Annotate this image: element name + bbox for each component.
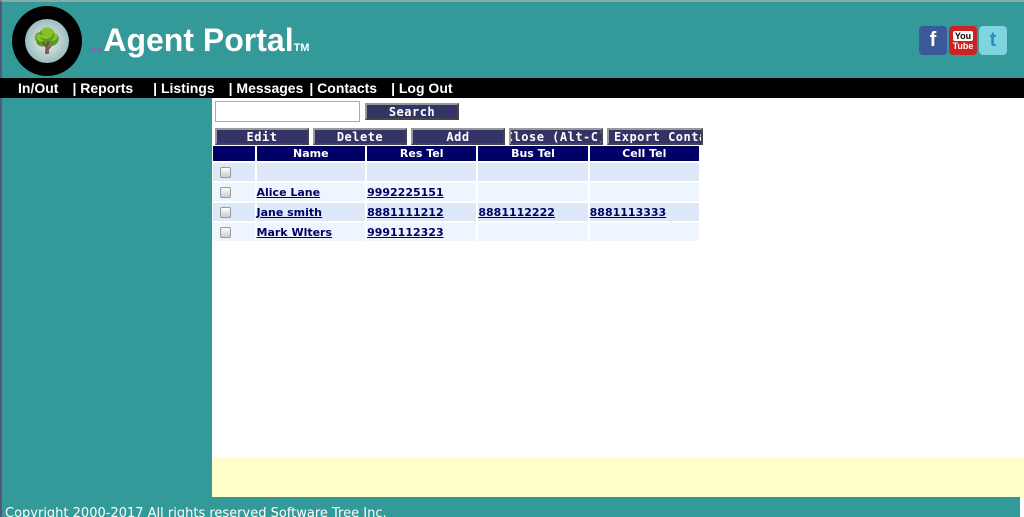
sidebar — [0, 98, 212, 497]
search-input[interactable] — [215, 101, 360, 122]
contact-name-link[interactable]: Jane smith — [257, 206, 323, 219]
header: 🌳 ..Agent PortalTM f You Tube t — [0, 0, 1024, 78]
nav-reports[interactable]: | Reports — [72, 80, 133, 96]
header-res-tel[interactable]: Res Tel — [367, 146, 477, 161]
main-nav: In/Out | Reports | Listings | Messages |… — [0, 78, 1024, 98]
bus-tel-link[interactable]: 8881112222 — [478, 206, 555, 219]
row-checkbox[interactable] — [220, 166, 231, 178]
delete-button[interactable]: Delete — [313, 128, 407, 145]
status-area — [212, 457, 1024, 497]
table-row: Mark Wlters 9991112323 — [213, 223, 699, 241]
header-name[interactable]: Name — [256, 146, 366, 161]
row-checkbox[interactable] — [220, 226, 231, 238]
header-select — [213, 146, 255, 161]
table-row: Alice Lane 9992225151 — [213, 183, 699, 201]
cell-tel-link[interactable]: 8881113333 — [590, 206, 667, 219]
table-row: Jane smith 8881111212 8881112222 8881113… — [213, 203, 699, 221]
tree-icon: 🌳 — [25, 19, 69, 63]
search-button[interactable]: Search — [365, 103, 459, 120]
table-header: Name Res Tel Bus Tel Cell Tel — [213, 146, 699, 161]
row-checkbox[interactable] — [220, 206, 231, 218]
header-cell-tel[interactable]: Cell Tel — [589, 146, 699, 161]
contacts-table: Name Res Tel Bus Tel Cell Tel Alice Lane… — [211, 144, 701, 243]
youtube-icon[interactable]: You Tube — [949, 26, 977, 55]
facebook-icon[interactable]: f — [919, 26, 947, 55]
contact-name-link[interactable]: Mark Wlters — [257, 226, 333, 239]
nav-in-out[interactable]: In/Out — [18, 80, 58, 96]
nav-contacts[interactable]: | Contacts — [309, 80, 377, 96]
nav-log-out[interactable]: | Log Out — [391, 80, 452, 96]
res-tel-link[interactable]: 9991112323 — [367, 226, 444, 239]
twitter-icon[interactable]: t — [979, 26, 1007, 55]
res-tel-link[interactable]: 9992225151 — [367, 186, 444, 199]
close-button[interactable]: Close (Alt-C) — [509, 128, 603, 145]
social-links: f You Tube t — [919, 26, 1007, 55]
software-tree-logo: 🌳 — [12, 6, 82, 76]
nav-messages[interactable]: | Messages — [229, 80, 304, 96]
row-checkbox[interactable] — [220, 186, 231, 198]
page-title: ..Agent PortalTM — [90, 22, 310, 58]
table-row — [213, 163, 699, 181]
add-button[interactable]: Add — [411, 128, 505, 145]
nav-listings[interactable]: | Listings — [153, 80, 214, 96]
edit-button[interactable]: Edit — [215, 128, 309, 145]
export-contacts-button[interactable]: Export Contacts — [607, 128, 703, 145]
footer-copyright: Copyright 2000-2017 All rights reserved … — [0, 497, 1020, 517]
contact-name-link[interactable]: Alice Lane — [257, 186, 321, 199]
header-bus-tel[interactable]: Bus Tel — [478, 146, 588, 161]
res-tel-link[interactable]: 8881111212 — [367, 206, 444, 219]
